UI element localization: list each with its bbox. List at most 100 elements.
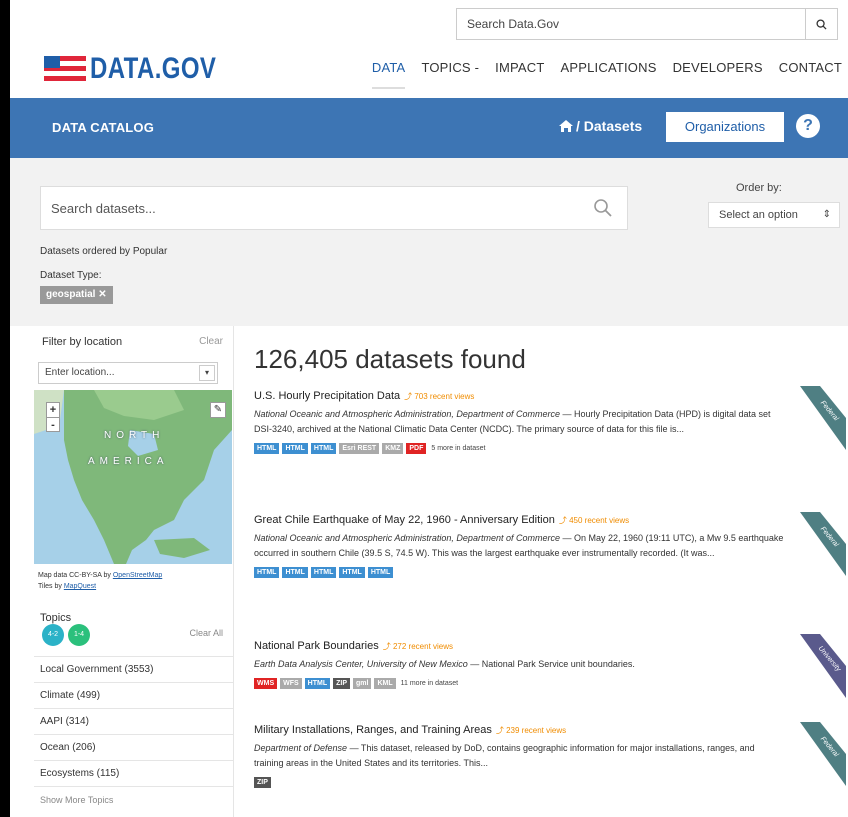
breadcrumb: / Datasets bbox=[558, 118, 642, 134]
format-badge[interactable]: HTML bbox=[310, 443, 337, 454]
format-badge[interactable]: KMZ bbox=[382, 443, 404, 454]
recent-views: ⤴ 272 recent views bbox=[382, 642, 454, 651]
topic-item[interactable]: AAPI (314) bbox=[34, 708, 233, 734]
nav-contact[interactable]: CONTACT bbox=[779, 60, 842, 89]
nav-impact[interactable]: IMPACT bbox=[495, 60, 544, 89]
topic-item[interactable]: Local Government (3553) bbox=[34, 656, 233, 682]
dataset-title-link[interactable]: Great Chile Earthquake of May 22, 1960 -… bbox=[254, 514, 555, 526]
format-badge[interactable]: HTML bbox=[339, 567, 365, 578]
format-badge[interactable]: HTML bbox=[310, 567, 337, 578]
chart-icon: ⤴ bbox=[382, 642, 391, 651]
topics-clear-all[interactable]: Clear All bbox=[189, 628, 223, 638]
nav-data[interactable]: DATA bbox=[371, 60, 406, 89]
dataset-description: Earth Data Analysis Center, University o… bbox=[254, 659, 635, 669]
publisher-ribbon: Federal bbox=[800, 386, 846, 458]
search-icon[interactable] bbox=[805, 9, 837, 39]
topic-item[interactable]: Ocean (206) bbox=[34, 734, 233, 760]
dataset-search-input[interactable]: Search datasets... bbox=[40, 186, 628, 230]
format-badge[interactable]: HTML bbox=[282, 567, 308, 578]
map-label-north: NORTH bbox=[104, 430, 165, 441]
recent-views: ⤴ 450 recent views bbox=[558, 516, 630, 525]
home-icon[interactable] bbox=[558, 119, 574, 133]
publisher-ribbon: University bbox=[800, 634, 846, 706]
dataset-organization[interactable]: National Oceanic and Atmospheric Adminis… bbox=[254, 409, 560, 419]
filter-location-heading: Filter by location bbox=[42, 336, 123, 348]
flag-icon bbox=[44, 56, 86, 82]
format-badge[interactable]: ZIP bbox=[254, 777, 271, 788]
results-count: 126,405 datasets found bbox=[254, 344, 526, 374]
format-list: HTML HTML HTML HTML HTML bbox=[254, 567, 784, 578]
sidebar: Filter by location Clear Enter location.… bbox=[34, 326, 234, 817]
recent-views: ⤴ 703 recent views bbox=[404, 392, 475, 401]
dataset-item: U.S. Hourly Precipitation Data ⤴ 703 rece… bbox=[254, 390, 784, 454]
show-more-topics[interactable]: Show More Topics bbox=[34, 786, 233, 812]
dataset-title-link[interactable]: U.S. Hourly Precipitation Data bbox=[254, 390, 400, 402]
site-search-input[interactable]: Search Data.Gov bbox=[457, 9, 805, 39]
nav-topics[interactable]: TOPICS - bbox=[421, 60, 479, 89]
publisher-ribbon: Federal bbox=[800, 512, 846, 584]
site-search[interactable]: Search Data.Gov bbox=[456, 8, 838, 40]
site-logo[interactable]: DATA.GOV bbox=[44, 52, 248, 86]
format-list: WMS WFS HTML ZIP gml KML 11 more in dataset bbox=[254, 678, 784, 689]
location-map[interactable]: + - ✎ NORTH AMERICA bbox=[34, 390, 232, 564]
topic-badge[interactable]: 1-4 bbox=[68, 624, 90, 646]
recent-views: ⤴ 239 recent views bbox=[495, 726, 567, 735]
ordered-by-text: Datasets ordered by Popular bbox=[40, 246, 168, 257]
mapquest-link[interactable]: MapQuest bbox=[64, 583, 96, 590]
location-input[interactable]: Enter location... ▾ bbox=[38, 362, 218, 384]
osm-link[interactable]: OpenStreetMap bbox=[113, 572, 162, 579]
format-list: HTML HTML HTML Esri REST KMZ PDF 5 more in dat… bbox=[254, 443, 784, 454]
search-icon[interactable] bbox=[593, 198, 613, 223]
format-badge[interactable]: WFS bbox=[280, 678, 302, 689]
breadcrumb-datasets[interactable]: / Datasets bbox=[576, 118, 642, 134]
zoom-out-button[interactable]: - bbox=[47, 417, 59, 431]
nav-developers[interactable]: DEVELOPERS bbox=[673, 60, 763, 89]
dataset-title-link[interactable]: National Park Boundaries bbox=[254, 640, 379, 652]
format-badge[interactable]: HTML bbox=[282, 443, 308, 454]
help-icon[interactable]: ? bbox=[796, 114, 820, 138]
map-zoom-controls: + - bbox=[46, 402, 60, 432]
format-badge[interactable]: Esri REST bbox=[339, 443, 380, 454]
dataset-organization[interactable]: Department of Defense bbox=[254, 743, 347, 753]
format-badge[interactable]: HTML bbox=[254, 443, 280, 454]
dataset-title-link[interactable]: Military Installations, Ranges, and Trai… bbox=[254, 724, 492, 736]
dataset-search-placeholder: Search datasets... bbox=[51, 201, 156, 216]
chart-icon: ⤴ bbox=[495, 726, 504, 735]
format-badge[interactable]: HTML bbox=[304, 678, 331, 689]
map-label-america: AMERICA bbox=[88, 456, 169, 467]
organizations-button[interactable]: Organizations bbox=[666, 112, 784, 142]
nav-applications[interactable]: APPLICATIONS bbox=[561, 60, 657, 89]
more-in-dataset: 5 more in dataset bbox=[431, 445, 486, 452]
dropdown-icon[interactable]: ▾ bbox=[199, 365, 215, 381]
format-badge[interactable]: gml bbox=[353, 678, 372, 689]
topic-badge[interactable]: 4-2 bbox=[42, 624, 64, 646]
dataset-organization[interactable]: Earth Data Analysis Center, University o… bbox=[254, 659, 468, 669]
dataset-item: Great Chile Earthquake of May 22, 1960 -… bbox=[254, 514, 784, 578]
chart-icon: ⤴ bbox=[404, 392, 413, 401]
format-badge[interactable]: WMS bbox=[254, 678, 278, 689]
zoom-in-button[interactable]: + bbox=[47, 403, 59, 417]
format-badge[interactable]: ZIP bbox=[333, 678, 351, 689]
topic-item[interactable]: Climate (499) bbox=[34, 682, 233, 708]
order-by-label: Order by: bbox=[736, 182, 782, 194]
page: Search Data.Gov DATA.GOV DATA TOPICS - I… bbox=[10, 0, 848, 817]
dataset-organization[interactable]: National Oceanic and Atmospheric Adminis… bbox=[254, 533, 560, 543]
format-badge[interactable]: PDF bbox=[406, 443, 427, 454]
dataset-type-tag[interactable]: geospatial ✕ bbox=[40, 286, 113, 304]
format-badge[interactable]: HTML bbox=[367, 567, 394, 578]
pencil-icon[interactable]: ✎ bbox=[210, 402, 226, 418]
more-in-dataset: 11 more in dataset bbox=[400, 680, 459, 687]
order-by-select[interactable]: Select an option ⇕ bbox=[708, 202, 840, 228]
catalog-title: DATA CATALOG bbox=[52, 120, 155, 135]
location-placeholder: Enter location... bbox=[45, 367, 115, 378]
search-area: Search datasets... Order by: Select an o… bbox=[10, 158, 848, 326]
filter-clear-link[interactable]: Clear bbox=[199, 336, 223, 347]
format-badge[interactable]: HTML bbox=[254, 567, 280, 578]
format-badge[interactable]: KML bbox=[374, 678, 396, 689]
topics-heading: Topics bbox=[40, 612, 72, 624]
map-land bbox=[34, 390, 232, 564]
main-nav: DATA TOPICS - IMPACT APPLICATIONS DEVELO… bbox=[356, 60, 842, 89]
map-attribution: Map data CC-BY-SA by OpenStreetMap Tiles… bbox=[38, 572, 163, 590]
topic-item[interactable]: Ecosystems (115) bbox=[34, 760, 233, 786]
chart-icon: ⤴ bbox=[558, 516, 567, 525]
